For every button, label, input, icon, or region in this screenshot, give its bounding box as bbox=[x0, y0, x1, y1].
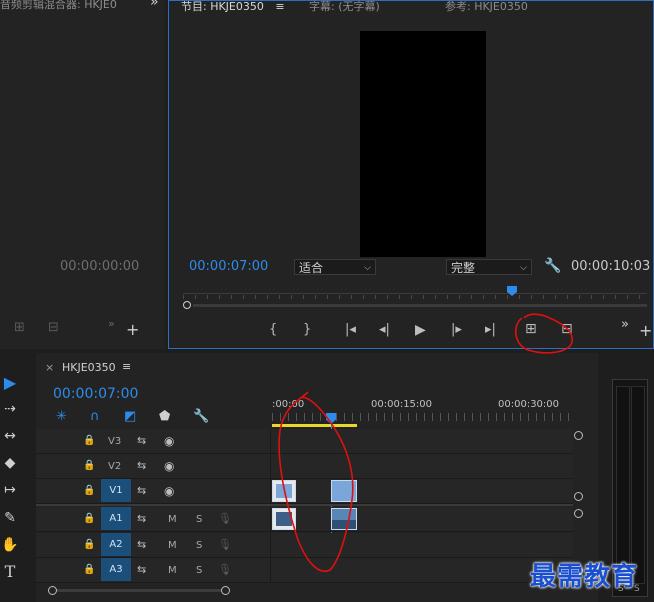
watermark-logo: 最需教育 bbox=[530, 562, 639, 592]
annotation-overlay bbox=[278, 313, 573, 572]
annotation-circle-timeline bbox=[278, 391, 354, 572]
annotation-circle-lift-extract bbox=[515, 313, 573, 354]
